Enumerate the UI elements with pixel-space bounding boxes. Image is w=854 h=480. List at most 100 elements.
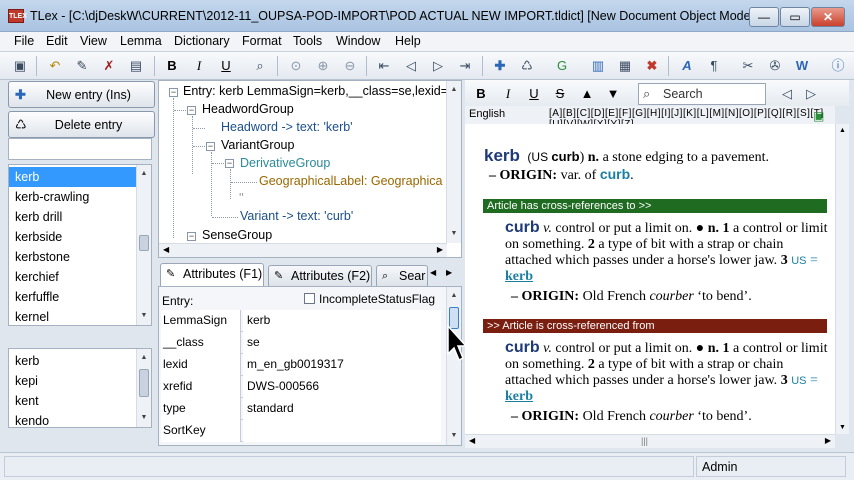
alphabet-letter-m[interactable]: [M] — [709, 108, 724, 119]
attribute-row[interactable]: __class se — [161, 332, 441, 354]
history-list[interactable]: kerb kepi kent kendo ▲ ▼ — [8, 348, 152, 428]
alphabet-letter-a[interactable]: [A] — [549, 108, 563, 119]
list-item[interactable]: kernel — [9, 307, 151, 325]
alphabet-letter-s[interactable]: [S] — [797, 108, 811, 119]
close-button[interactable]: ✕ — [811, 7, 845, 27]
list-item[interactable]: kerb-crawling — [9, 187, 151, 207]
tree-variant[interactable]: Variant -> text: 'curb' — [240, 209, 353, 223]
lock-icon[interactable]: ▣ — [813, 109, 824, 123]
filter-input[interactable] — [8, 138, 152, 160]
tree-empty-text[interactable]: '' — [239, 191, 244, 205]
italic-icon[interactable]: I — [498, 84, 518, 104]
menu-lemma[interactable]: Lemma — [120, 34, 162, 48]
list-item[interactable]: kerchief — [9, 267, 151, 287]
scroll-up-icon[interactable]: ▲ — [137, 167, 151, 181]
alphabet-letter-k[interactable]: [K] — [683, 108, 697, 119]
find-icon[interactable]: ⌕ — [250, 56, 270, 76]
zoom-in-icon[interactable]: ⊕ — [313, 56, 333, 76]
menu-window[interactable]: Window — [336, 34, 380, 48]
help-icon[interactable]: ⓘ — [828, 56, 848, 76]
collapse-icon[interactable]: − — [187, 232, 196, 241]
style-icon[interactable]: A — [677, 56, 697, 76]
scroll-thumb[interactable] — [139, 235, 149, 251]
xref-link[interactable]: kerb — [505, 269, 533, 284]
tab-scroll-left-icon[interactable]: ◀ — [430, 268, 436, 277]
scroll-up-icon[interactable]: ▲ — [447, 83, 461, 97]
tab-attributes-f2[interactable]: ✎ Attributes (F2) — [268, 265, 372, 286]
menu-help[interactable]: Help — [395, 34, 421, 48]
export-icon[interactable]: ▦ — [615, 56, 635, 76]
zoom-out-icon[interactable]: ⊖ — [340, 56, 360, 76]
scroll-down-icon[interactable]: ▼ — [137, 309, 151, 323]
alphabet-letter-j[interactable]: [J] — [671, 108, 683, 119]
search-next-icon[interactable]: ▷ — [801, 84, 821, 104]
paragraph-icon[interactable]: ¶ — [704, 56, 724, 76]
attribute-scrollbar[interactable]: ▲ ▼ — [446, 287, 461, 445]
menu-dictionary[interactable]: Dictionary — [174, 34, 230, 48]
tree-derivative-group[interactable]: DerivativeGroup — [240, 156, 330, 170]
delete-entry-button[interactable]: ♺ Delete entry — [8, 111, 155, 138]
alphabet-letter-d[interactable]: [D] — [591, 108, 605, 119]
scroll-up-icon[interactable]: ▲ — [447, 289, 461, 303]
bold-icon[interactable]: B — [471, 84, 491, 104]
scroll-down-icon[interactable]: ▼ — [839, 424, 846, 431]
tab-attributes-f1[interactable]: ✎ Attributes (F1) — [160, 263, 264, 287]
minimize-button[interactable]: — — [749, 7, 779, 27]
list-item[interactable]: kerfuffle — [9, 287, 151, 307]
prev-icon[interactable]: ◁ — [401, 56, 421, 76]
scroll-down-icon[interactable]: ▼ — [447, 227, 461, 241]
attribute-value[interactable]: kerb — [243, 310, 441, 332]
alphabet-letter-f[interactable]: [F] — [619, 108, 632, 119]
alphabet-letter-c[interactable]: [C] — [576, 108, 590, 119]
new-entry-button[interactable]: ✚ New entry (Ins) — [8, 81, 155, 108]
zoom-icon[interactable]: ⊙ — [286, 56, 306, 76]
rename-icon[interactable]: ✎ — [72, 56, 92, 76]
superscript-icon[interactable]: ▲ — [577, 84, 597, 104]
menu-file[interactable]: File — [14, 34, 34, 48]
menu-view[interactable]: View — [80, 34, 107, 48]
attribute-value[interactable] — [243, 420, 441, 442]
pane-icon[interactable]: ▤ — [126, 56, 146, 76]
attribute-row[interactable]: LemmaSign kerb — [161, 310, 441, 332]
collapse-icon[interactable]: − — [169, 88, 178, 97]
attribute-value[interactable]: se — [243, 332, 441, 354]
attribute-row[interactable]: SortKey — [161, 420, 441, 442]
list-item[interactable]: kepi — [9, 371, 151, 391]
attribute-value[interactable]: m_en_gb0019317 — [243, 354, 441, 376]
tree-hscrollbar[interactable]: ◀ ▶ — [159, 243, 447, 257]
attribute-value[interactable]: standard — [243, 398, 441, 420]
article-vscrollbar[interactable]: ▲ ▼ — [835, 124, 849, 434]
collapse-icon[interactable]: − — [225, 159, 234, 168]
origin-link[interactable]: curb — [600, 166, 630, 182]
italic-icon[interactable]: I — [189, 56, 209, 76]
alphabet-letter-o[interactable]: [O] — [739, 108, 754, 119]
history-list-scrollbar[interactable]: ▲ ▼ — [136, 349, 151, 427]
bold-icon[interactable]: B — [162, 56, 182, 76]
entry-list-scrollbar[interactable]: ▲ ▼ — [136, 165, 151, 325]
cut-icon[interactable]: ✂ — [738, 56, 758, 76]
google-icon[interactable]: G — [552, 56, 572, 76]
remove-icon[interactable]: ✖ — [642, 56, 662, 76]
alphabet-letter-e[interactable]: [E] — [605, 108, 619, 119]
scroll-left-icon[interactable]: ◀ — [163, 245, 169, 254]
tree-variant-group[interactable]: VariantGroup — [221, 138, 294, 152]
strikethrough-icon[interactable]: S — [550, 84, 570, 104]
alphabet-letter-l[interactable]: [L] — [697, 108, 710, 119]
first-icon[interactable]: ⇤ — [374, 56, 394, 76]
scroll-right-icon[interactable]: ▶ — [437, 245, 443, 254]
article-hscrollbar[interactable]: ◀ ||| ▶ — [465, 434, 835, 448]
maximize-button[interactable]: ▭ — [780, 7, 810, 27]
trash-icon[interactable]: ♺ — [517, 56, 537, 76]
tree-sense-group[interactable]: SenseGroup — [202, 228, 272, 242]
alphabet-letter-i[interactable]: [I] — [661, 108, 671, 119]
xref-link[interactable]: kerb — [505, 389, 533, 404]
list-item[interactable]: kendo — [9, 411, 151, 427]
tools-icon[interactable]: ✇ — [765, 56, 785, 76]
tree-headword[interactable]: Headword -> text: 'kerb' — [221, 120, 353, 134]
scroll-left-icon[interactable]: ◀ — [469, 436, 475, 445]
undo-icon[interactable]: ↶ — [45, 56, 65, 76]
subscript-icon[interactable]: ▼ — [603, 84, 623, 104]
tree-geographical-label[interactable]: GeographicalLabel: Geographica — [259, 174, 442, 188]
collapse-icon[interactable]: − — [187, 106, 196, 115]
alphabet-letter-q[interactable]: [Q] — [768, 108, 783, 119]
